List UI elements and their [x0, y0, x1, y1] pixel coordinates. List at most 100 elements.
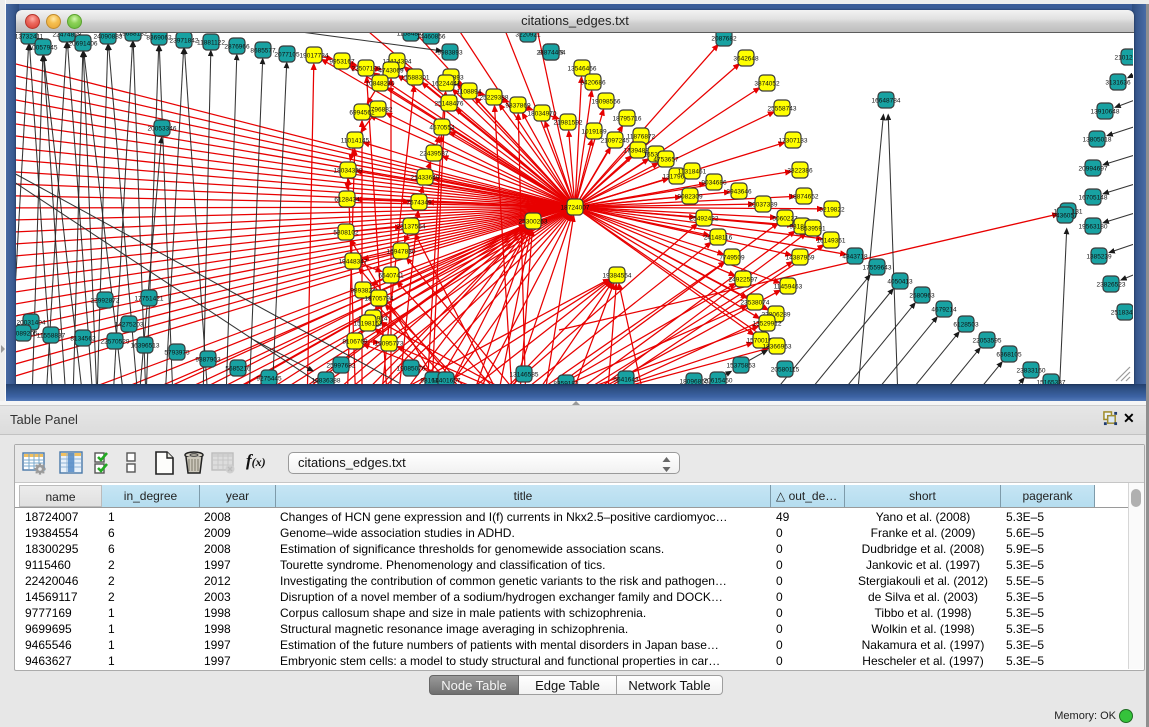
- svg-text:24922597: 24922597: [729, 277, 758, 284]
- svg-text:9837869: 9837869: [505, 103, 531, 110]
- svg-text:4050413: 4050413: [887, 279, 913, 286]
- svg-text:15375853: 15375853: [727, 363, 756, 370]
- svg-text:14275203: 14275203: [115, 322, 144, 329]
- svg-text:11558837: 11558837: [37, 333, 66, 340]
- svg-text:6420686: 6420686: [580, 80, 606, 87]
- svg-text:17307133: 17307133: [779, 138, 808, 145]
- svg-text:19098556: 19098556: [592, 99, 621, 106]
- svg-text:18096865: 18096865: [680, 379, 709, 385]
- svg-text:9436057: 9436057: [1052, 213, 1078, 220]
- svg-text:21433649: 21433649: [411, 175, 440, 182]
- svg-text:14387959: 14387959: [786, 255, 815, 262]
- svg-text:19836388: 19836388: [312, 378, 341, 385]
- svg-text:18724007: 18724007: [561, 205, 590, 212]
- svg-text:10057945: 10057945: [29, 45, 58, 52]
- svg-text:23826523: 23826523: [1097, 282, 1126, 289]
- svg-text:13146585: 13146585: [510, 372, 539, 379]
- svg-text:2580963: 2580963: [909, 293, 935, 300]
- svg-text:19688132: 19688132: [119, 33, 148, 38]
- svg-text:4753657: 4753657: [653, 157, 679, 164]
- svg-text:7749509: 7749509: [719, 255, 745, 262]
- svg-text:19017734: 19017734: [300, 53, 329, 60]
- svg-text:11459463: 11459463: [774, 284, 803, 291]
- svg-text:6128503: 6128503: [953, 322, 979, 329]
- svg-text:19563180: 19563180: [1079, 224, 1108, 231]
- svg-text:22507109: 22507109: [352, 66, 381, 73]
- svg-text:25492422: 25492422: [690, 216, 719, 223]
- svg-text:19085076: 19085076: [397, 366, 426, 373]
- svg-text:21981592: 21981592: [554, 120, 583, 127]
- svg-text:15588301: 15588301: [401, 75, 430, 82]
- svg-text:16149361: 16149361: [817, 238, 846, 245]
- svg-text:15198153: 15198153: [354, 321, 383, 328]
- svg-text:13805018: 13805018: [1083, 137, 1112, 144]
- svg-text:9953167: 9953167: [329, 59, 355, 66]
- svg-text:8369062: 8369062: [146, 35, 172, 42]
- svg-text:8539591: 8539591: [800, 226, 826, 233]
- svg-text:6540741: 6540741: [378, 273, 404, 280]
- svg-text:8685577: 8685577: [250, 48, 276, 55]
- svg-text:23137564: 23137564: [397, 224, 426, 231]
- svg-text:20053346: 20053346: [148, 126, 177, 133]
- svg-text:19384554: 19384554: [603, 273, 632, 280]
- svg-text:5793975: 5793975: [164, 350, 190, 357]
- svg-text:17559643: 17559643: [863, 265, 892, 272]
- svg-text:18795716: 18795716: [613, 116, 642, 123]
- svg-text:3642648: 3642648: [733, 56, 759, 63]
- svg-text:1385239: 1385239: [1086, 254, 1112, 261]
- svg-text:15165337: 15165337: [1037, 380, 1066, 385]
- svg-text:18366963: 18366963: [763, 344, 792, 351]
- svg-text:2077105: 2077105: [274, 52, 300, 59]
- svg-text:13546466: 13546466: [568, 66, 597, 73]
- svg-text:18874652: 18874652: [790, 194, 819, 201]
- svg-text:16947830: 16947830: [387, 249, 416, 256]
- svg-text:16224441: 16224441: [432, 81, 461, 88]
- svg-text:1019189: 1019189: [581, 129, 607, 136]
- svg-text:10848230: 10848230: [366, 81, 395, 88]
- svg-text:20037339: 20037339: [749, 202, 778, 209]
- svg-text:13910648: 13910648: [1091, 109, 1120, 116]
- svg-text:13529912: 13529912: [753, 321, 782, 328]
- svg-text:23874404: 23874404: [537, 50, 566, 57]
- svg-text:3131636: 3131636: [1105, 80, 1131, 87]
- svg-text:1108894: 1108894: [457, 89, 482, 96]
- svg-text:22992872: 22992872: [91, 298, 120, 305]
- svg-text:9034686: 9034686: [701, 180, 727, 187]
- svg-text:25229388: 25229388: [480, 95, 509, 102]
- svg-text:3322386: 3322386: [787, 168, 813, 175]
- svg-text:5219822: 5219822: [819, 207, 845, 214]
- svg-text:23538074: 23538074: [741, 300, 770, 307]
- svg-text:22053595: 22053595: [973, 338, 1002, 345]
- svg-text:5308102: 5308102: [333, 230, 359, 237]
- svg-text:4570554: 4570554: [429, 125, 455, 132]
- svg-text:8106768: 8106768: [342, 339, 368, 346]
- svg-text:14401657: 14401657: [432, 378, 461, 385]
- svg-text:5641643: 5641643: [613, 377, 639, 384]
- svg-text:22570529: 22570529: [101, 339, 130, 346]
- svg-text:11876872: 11876872: [627, 134, 656, 141]
- svg-text:20580115: 20580115: [771, 367, 800, 374]
- svg-text:20691406: 20691406: [69, 41, 98, 48]
- svg-text:18705794: 18705794: [365, 296, 394, 303]
- svg-text:21012166: 21012166: [1115, 55, 1133, 62]
- svg-text:25089205: 25089205: [16, 331, 38, 338]
- svg-text:19448347: 19448347: [339, 259, 368, 266]
- svg-text:22439587: 22439587: [420, 151, 449, 158]
- svg-text:2876966: 2876966: [224, 44, 250, 51]
- svg-text:18034970: 18034970: [528, 111, 557, 118]
- svg-text:9082309: 9082309: [677, 194, 703, 201]
- svg-text:16705148: 16705148: [1079, 195, 1108, 202]
- svg-text:3220921: 3220921: [515, 33, 541, 39]
- svg-text:9275445: 9275445: [256, 376, 282, 383]
- svg-text:8134562: 8134562: [70, 336, 96, 343]
- svg-text:4743069: 4743069: [378, 68, 404, 75]
- svg-text:9983893: 9983893: [437, 50, 463, 57]
- svg-text:14460856: 14460856: [417, 34, 446, 41]
- svg-text:25997682: 25997682: [327, 363, 356, 370]
- svg-text:23971842: 23971842: [170, 38, 199, 45]
- svg-text:2943646: 2943646: [726, 189, 752, 196]
- svg-text:25558743: 25558743: [768, 106, 797, 113]
- svg-text:4679214: 4679214: [931, 307, 957, 314]
- svg-text:5685216: 5685216: [225, 366, 251, 373]
- svg-text:16648784: 16648784: [872, 98, 901, 105]
